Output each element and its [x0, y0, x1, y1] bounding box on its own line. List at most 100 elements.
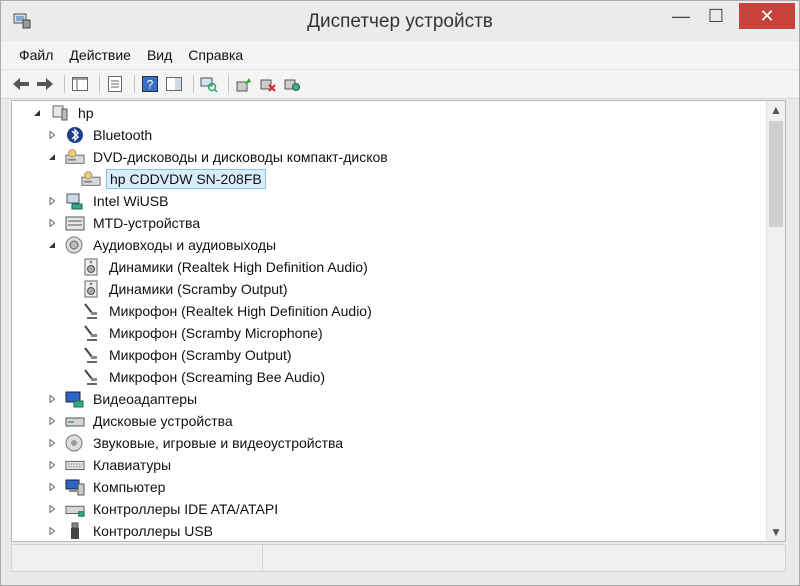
device-manager-window: Диспетчер устройств — ☐ ✕ Файл Действие … [0, 0, 800, 586]
update-driver-icon [236, 78, 251, 92]
menu-file[interactable]: Файл [11, 47, 61, 63]
collapsed-arrow-icon[interactable] [45, 524, 59, 538]
tree-category[interactable]: Звуковые, игровые и видеоустройства [12, 432, 767, 454]
update-driver-button[interactable] [234, 74, 254, 94]
usb-icon [65, 522, 85, 540]
tree-category[interactable]: Дисковые устройства [12, 410, 767, 432]
device-tree: hp Bluetooth DVD-дисководы и дисководы ко… [12, 101, 767, 541]
svg-text:?: ? [147, 78, 154, 92]
tree-device-item[interactable]: hp CDDVDW SN-208FB [12, 168, 767, 190]
tree-device-item[interactable]: Микрофон (Scramby Output) [12, 344, 767, 366]
scan-hardware-icon [200, 77, 218, 92]
tree-device-label: Микрофон (Screaming Bee Audio) [109, 369, 326, 385]
computer-icon [65, 478, 85, 496]
properties-icon [108, 76, 122, 92]
tree-device-label: Динамики (Scramby Output) [109, 281, 288, 297]
tree-category-label: Видеоадаптеры [93, 391, 198, 407]
tree-device-item[interactable]: Микрофон (Screaming Bee Audio) [12, 366, 767, 388]
tree-category-label: Контроллеры IDE ATA/ATAPI [93, 501, 279, 517]
tree-category-label: MTD-устройства [93, 215, 201, 231]
menu-bar: Файл Действие Вид Справка [1, 41, 799, 69]
tree-category[interactable]: DVD-дисководы и дисководы компакт-дисков [12, 146, 767, 168]
tree-device-label: Динамики (Realtek High Definition Audio) [109, 259, 368, 275]
tree-device-item[interactable]: Микрофон (Scramby Microphone) [12, 322, 767, 344]
toolbar-separator [193, 75, 194, 93]
computer-icon [50, 104, 70, 122]
device-tree-pane: hp Bluetooth DVD-дисководы и дисководы ко… [11, 100, 786, 542]
microphone-icon [81, 368, 101, 386]
tree-category[interactable]: Контроллеры IDE ATA/ATAPI [12, 498, 767, 520]
microphone-icon [81, 324, 101, 342]
menu-action[interactable]: Действие [61, 47, 139, 63]
network-icon [65, 192, 85, 210]
keyboard-icon [65, 456, 85, 474]
collapsed-arrow-icon[interactable] [45, 458, 59, 472]
menu-help[interactable]: Справка [180, 47, 251, 63]
collapsed-arrow-icon[interactable] [45, 392, 59, 406]
uninstall-device-button[interactable] [282, 74, 302, 94]
tree-root[interactable]: hp [12, 102, 767, 124]
tree-category[interactable]: Видеоадаптеры [12, 388, 767, 410]
microphone-icon [81, 302, 101, 320]
scan-hardware-button[interactable] [199, 74, 219, 94]
show-hide-console-tree-button[interactable] [70, 74, 90, 94]
tree-category-label: Компьютер [93, 479, 166, 495]
expanded-arrow-icon[interactable] [30, 106, 44, 120]
menu-view[interactable]: Вид [139, 47, 180, 63]
properties-button[interactable] [105, 74, 125, 94]
toolbar-separator [134, 75, 135, 93]
tree-root-label: hp [78, 105, 94, 121]
tree-device-label: Микрофон (Scramby Microphone) [109, 325, 323, 341]
tree-device-item[interactable]: Динамики (Realtek High Definition Audio) [12, 256, 767, 278]
tree-category[interactable]: MTD-устройства [12, 212, 767, 234]
tree-category-label: Дисковые устройства [93, 413, 233, 429]
tree-device-label: Микрофон (Scramby Output) [109, 347, 292, 363]
close-button[interactable]: ✕ [739, 3, 795, 29]
action-pane-icon [166, 77, 182, 91]
status-divider [262, 545, 263, 571]
speaker-icon [81, 280, 101, 298]
scroll-thumb[interactable] [769, 121, 783, 227]
title-bar[interactable]: Диспетчер устройств — ☐ ✕ [1, 1, 799, 41]
tree-category-label: DVD-дисководы и дисководы компакт-дисков [93, 149, 388, 165]
tree-category[interactable]: Intel WiUSB [12, 190, 767, 212]
tree-category-label: Аудиовходы и аудиовыходы [93, 237, 277, 253]
tree-category-label: Клавиатуры [93, 457, 172, 473]
help-icon: ? [142, 76, 158, 92]
collapsed-arrow-icon[interactable] [45, 194, 59, 208]
back-button[interactable] [11, 74, 31, 94]
expanded-arrow-icon[interactable] [45, 150, 59, 164]
vertical-scrollbar[interactable]: ▲ ▼ [766, 101, 785, 541]
tree-category[interactable]: Аудиовходы и аудиовыходы [12, 234, 767, 256]
tree-category[interactable]: Компьютер [12, 476, 767, 498]
scroll-up-button[interactable]: ▲ [767, 101, 785, 119]
collapsed-arrow-icon[interactable] [45, 502, 59, 516]
tree-device-item[interactable]: Динамики (Scramby Output) [12, 278, 767, 300]
tree-category[interactable]: Клавиатуры [12, 454, 767, 476]
console-tree-icon [72, 77, 88, 91]
uninstall-device-icon [284, 79, 300, 91]
collapsed-arrow-icon[interactable] [45, 414, 59, 428]
help-button[interactable]: ? [140, 74, 160, 94]
collapsed-arrow-icon[interactable] [45, 216, 59, 230]
tree-category-label: Звуковые, игровые и видеоустройства [93, 435, 344, 451]
tree-device-label: hp CDDVDW SN-208FB [106, 169, 266, 189]
tree-category[interactable]: Контроллеры USB [12, 520, 767, 541]
tree-category[interactable]: Bluetooth [12, 124, 767, 146]
collapsed-arrow-icon[interactable] [45, 480, 59, 494]
forward-button[interactable] [35, 74, 55, 94]
expanded-arrow-icon[interactable] [45, 238, 59, 252]
mtd-device-icon [65, 214, 85, 232]
toolbar: ? [1, 69, 799, 99]
minimize-button[interactable]: — [663, 3, 699, 29]
maximize-button[interactable]: ☐ [699, 3, 733, 29]
show-action-pane-button[interactable] [164, 74, 184, 94]
tree-category-label: Контроллеры USB [93, 523, 213, 539]
tree-device-item[interactable]: Микрофон (Realtek High Definition Audio) [12, 300, 767, 322]
arrow-right-icon [37, 78, 53, 90]
tree-category-label: Bluetooth [93, 127, 153, 143]
collapsed-arrow-icon[interactable] [45, 128, 59, 142]
scroll-down-button[interactable]: ▼ [767, 523, 785, 541]
disable-device-button[interactable] [258, 74, 278, 94]
collapsed-arrow-icon[interactable] [45, 436, 59, 450]
